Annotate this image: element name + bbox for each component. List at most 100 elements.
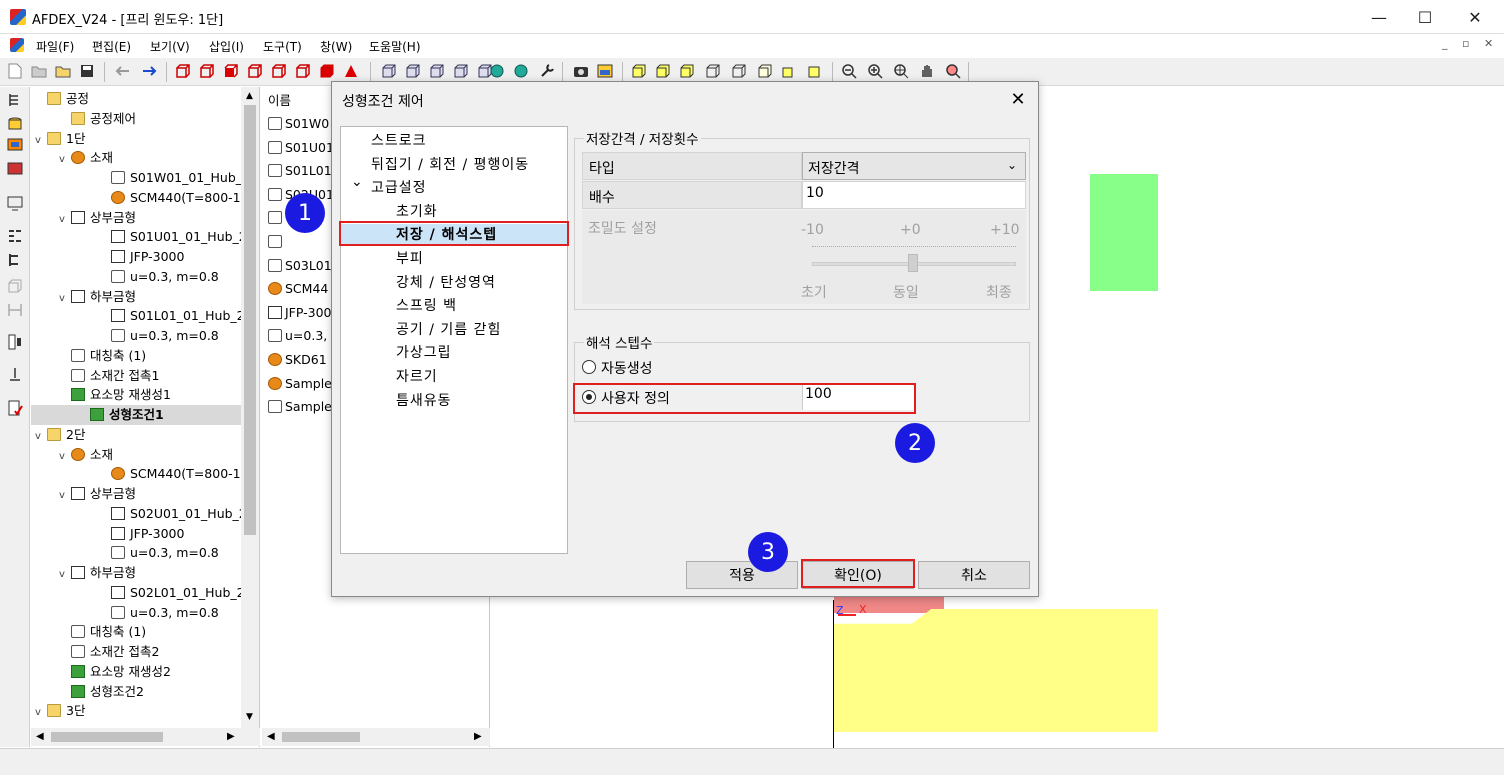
tree-item[interactable]: 성형조건2 <box>59 682 144 702</box>
wire-cube-icon-2[interactable] <box>730 62 748 80</box>
list-item[interactable]: SCM44 <box>268 281 328 296</box>
tree-item[interactable]: S01U01_01_Hub_2D <box>99 227 256 247</box>
cancel-button[interactable]: 취소 <box>918 561 1030 589</box>
tree-item[interactable]: SCM440(T=800-130 <box>99 188 257 208</box>
mdi-restore-button[interactable]: ▫ <box>1462 37 1476 53</box>
stack-icon[interactable] <box>806 62 824 80</box>
tree-item[interactable]: S01W01_01_Hub_2D <box>99 168 259 188</box>
list-item[interactable]: SKD61 <box>268 352 327 367</box>
expand-chevron-icon[interactable]: v <box>59 447 71 467</box>
tree-item[interactable]: u=0.3, m=0.8 <box>99 267 219 287</box>
mesh-cube-icon-4[interactable] <box>452 62 470 80</box>
tree-item[interactable]: S01L01_01_Hub_2D <box>99 306 254 326</box>
wrench-icon[interactable] <box>538 62 556 80</box>
type-select[interactable]: 저장간격 ⌄ <box>802 152 1026 180</box>
tree-item[interactable]: S02U01_01_Hub_2D <box>99 504 256 524</box>
expand-chevron-icon[interactable]: v <box>59 565 71 585</box>
view-cube-red-icon-7[interactable] <box>318 62 336 80</box>
list-item[interactable] <box>268 210 285 225</box>
expand-chevron-icon[interactable]: v <box>59 289 71 309</box>
zoom-out-icon[interactable] <box>840 62 858 80</box>
list-item[interactable] <box>268 234 285 249</box>
wire-cube-icon-3[interactable] <box>756 62 774 80</box>
view-cube-red-icon-2[interactable] <box>198 62 216 80</box>
tree-view-icon[interactable] <box>6 91 24 109</box>
list-item[interactable]: u=0.3, <box>268 328 327 343</box>
menu-file[interactable]: 파일(F) <box>36 38 74 55</box>
sync-cube-icon[interactable] <box>780 62 798 80</box>
multiple-input[interactable]: 10 <box>802 181 1026 209</box>
back-arrow-icon[interactable] <box>114 62 132 80</box>
tree-item[interactable]: 소재간 접촉1 <box>59 366 159 386</box>
layout-icon-1[interactable] <box>6 227 24 245</box>
nav-item[interactable]: 뒤집기 / 회전 / 평행이동 <box>371 154 529 174</box>
scroll-thumb[interactable] <box>51 732 163 742</box>
tool-icon[interactable] <box>6 365 24 383</box>
display-icon[interactable] <box>6 195 24 213</box>
tree-item[interactable]: v 소재 <box>59 148 113 168</box>
tree-item[interactable]: v 1단 <box>35 129 85 149</box>
list-item[interactable]: S01W0 <box>268 116 329 131</box>
nav-item[interactable]: 틈새유동 <box>396 390 452 410</box>
tree-item[interactable]: v 3단 <box>35 701 85 721</box>
mesh-cube-icon-1[interactable] <box>380 62 398 80</box>
auto-generate-radio[interactable] <box>582 360 596 374</box>
tree-item[interactable]: v 하부금형 <box>59 563 136 583</box>
maximize-button[interactable]: ☐ <box>1402 0 1448 34</box>
tree-item[interactable]: v 상부금형 <box>59 208 136 228</box>
measure-icon[interactable] <box>6 301 24 319</box>
view-cube-red-icon-4[interactable] <box>246 62 264 80</box>
scroll-right-arrow-icon[interactable]: ▶ <box>227 731 235 742</box>
scroll-left-arrow-icon[interactable]: ◀ <box>267 731 275 742</box>
open-file-icon[interactable] <box>30 62 48 80</box>
pan-hand-icon[interactable] <box>918 62 936 80</box>
list-item[interactable]: S01U01 <box>268 140 334 155</box>
expand-chevron-icon[interactable]: v <box>35 703 47 723</box>
scroll-left-arrow-icon[interactable]: ◀ <box>36 731 44 742</box>
mesh-cube-icon-2[interactable] <box>404 62 422 80</box>
checklist-icon[interactable] <box>6 399 24 417</box>
view-cube-red-icon-1[interactable] <box>174 62 192 80</box>
scroll-thumb[interactable] <box>244 105 256 535</box>
list-item[interactable]: S01L01 <box>268 163 332 178</box>
nav-item[interactable]: 공기 / 기름 갇힘 <box>396 319 501 339</box>
new-file-icon[interactable] <box>6 62 24 80</box>
yellow-cube-icon-1[interactable] <box>630 62 648 80</box>
view-cube-red-icon-8[interactable] <box>342 62 360 80</box>
nav-item[interactable]: 초기화 <box>396 201 438 221</box>
nav-item[interactable]: ⌄ 고급설정 <box>351 174 427 197</box>
open-folder-icon[interactable] <box>54 62 72 80</box>
minimize-button[interactable]: — <box>1356 0 1402 34</box>
dialog-close-icon[interactable]: ✕ <box>1004 86 1032 112</box>
nav-item[interactable]: 자르기 <box>396 366 438 386</box>
color-monitor-icon[interactable] <box>6 137 24 155</box>
expand-chevron-icon[interactable]: v <box>35 427 47 447</box>
menu-tools[interactable]: 도구(T) <box>263 38 302 55</box>
density-slider-thumb[interactable] <box>908 254 918 272</box>
tree-item[interactable]: v 상부금형 <box>59 484 136 504</box>
menu-view[interactable]: 보기(V) <box>150 38 190 55</box>
view-cube-red-icon-5[interactable] <box>270 62 288 80</box>
expand-chevron-icon[interactable]: ⌄ <box>351 174 364 190</box>
list-horizontal-scrollbar[interactable]: ◀ ▶ <box>262 728 490 746</box>
rotate-view-icon-1[interactable] <box>488 62 506 80</box>
view-cube-red-icon-3[interactable] <box>222 62 240 80</box>
tree-item[interactable]: 공정제어 <box>59 109 136 129</box>
scroll-down-arrow-icon[interactable]: ▼ <box>246 712 253 722</box>
list-item[interactable]: S03L01 <box>268 258 332 273</box>
tree-item[interactable]: v 2단 <box>35 425 85 445</box>
tree-item[interactable]: S02L01_01_Hub_2D <box>99 583 254 603</box>
list-item[interactable]: JFP-300 <box>268 305 332 320</box>
tree-item[interactable]: u=0.3, m=0.8 <box>99 603 219 623</box>
nav-item[interactable]: 부피 <box>396 248 424 268</box>
tree-item[interactable]: 요소망 재생성2 <box>59 662 171 682</box>
auto-generate-label[interactable]: 자동생성 <box>601 358 653 378</box>
tree-item-selected[interactable]: 성형조건1 <box>31 405 241 425</box>
scroll-right-arrow-icon[interactable]: ▶ <box>474 731 482 742</box>
menu-insert[interactable]: 삽입(I) <box>209 38 244 55</box>
cube-gray-icon[interactable] <box>6 277 24 295</box>
material-cylinder-icon[interactable] <box>6 115 24 133</box>
tree-item[interactable]: 요소망 재생성1 <box>59 385 171 405</box>
tree-item[interactable]: u=0.3, m=0.8 <box>99 543 219 563</box>
nav-item[interactable]: 스트로크 <box>371 130 427 150</box>
